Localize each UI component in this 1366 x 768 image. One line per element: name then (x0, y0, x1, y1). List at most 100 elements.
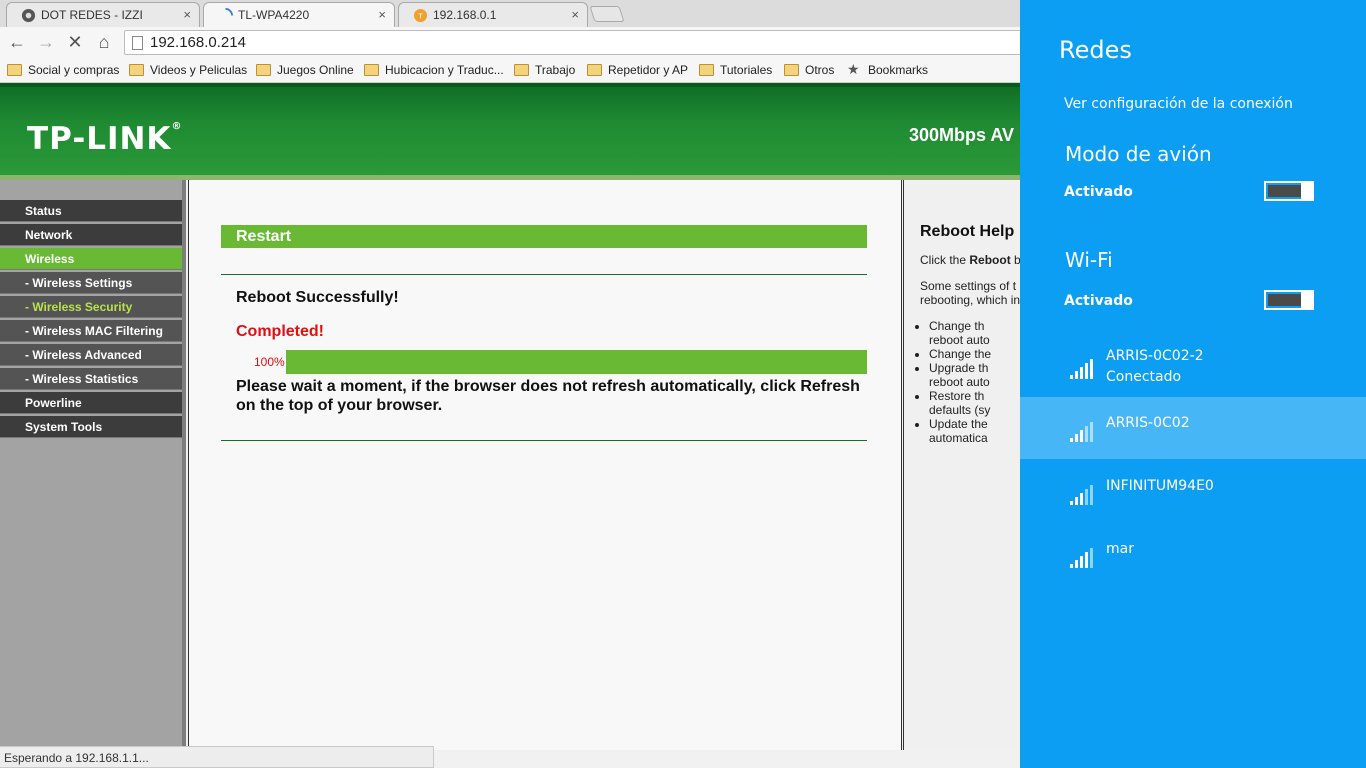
folder-icon (699, 64, 714, 76)
stop-loading-icon[interactable]: ✕ (65, 32, 85, 52)
networks-panel: Redes Ver configuración de la conexión M… (1020, 0, 1366, 768)
bookmark-label: Videos y Peliculas (150, 63, 248, 77)
bookmark-folder[interactable]: Juegos Online (256, 63, 354, 77)
sidebar-menu: Status Network Wireless - Wireless Setti… (0, 180, 186, 750)
sidebar-item-system-tools[interactable]: System Tools (0, 416, 182, 438)
url-text: 192.168.0.214 (150, 34, 246, 51)
wifi-state: Activado (1064, 293, 1133, 309)
loading-spinner-icon (225, 8, 233, 16)
bookmark-folder[interactable]: Hubicacion y Traduc... (364, 63, 504, 77)
help-panel: Reboot Help Click the Reboot b Some sett… (903, 180, 1020, 750)
toggle-track (1268, 185, 1301, 197)
folder-icon (256, 64, 271, 76)
back-arrow-icon[interactable]: ← (7, 32, 27, 52)
main-content: Restart Reboot Successfully! Completed! … (188, 180, 902, 750)
new-tab-button[interactable] (589, 6, 625, 22)
bookmark-folder[interactable]: Videos y Peliculas (129, 63, 247, 77)
bookmark-label: Tutoriales (720, 63, 773, 77)
sidebar-item-network[interactable]: Network (0, 224, 182, 246)
bookmark-folder[interactable]: Social y compras (7, 63, 119, 77)
folder-icon (364, 64, 379, 76)
help-list-item: Change the (929, 347, 991, 361)
reboot-status: Reboot Successfully! (236, 289, 399, 306)
bookmark-item[interactable]: ★ Bookmarks (847, 61, 928, 77)
folder-icon (784, 64, 799, 76)
wifi-signal-icon (1070, 485, 1096, 505)
wifi-signal-icon (1070, 422, 1096, 442)
progress-percent: 100% (254, 355, 285, 369)
help-title: Reboot Help (920, 223, 1015, 240)
bookmark-label: Trabajo (535, 63, 576, 77)
tab-close-icon[interactable]: × (183, 7, 191, 22)
airplane-mode-state: Activado (1064, 184, 1133, 200)
svg-text:T: T (418, 11, 423, 20)
toggle-knob (1301, 183, 1312, 199)
bookmark-folder[interactable]: Tutoriales (699, 63, 772, 77)
airplane-mode-toggle[interactable] (1264, 181, 1314, 201)
sidebar-item-wireless-statistics[interactable]: - Wireless Statistics (0, 368, 182, 390)
network-item[interactable]: ARRIS-0C02-2 Conectado (1020, 334, 1366, 396)
tplink-logo: TP-LINK® (27, 121, 183, 157)
bookmark-folder[interactable]: Trabajo (514, 63, 575, 77)
network-status: Conectado (1106, 369, 1182, 385)
tab-router[interactable]: T 192.168.0.1 × (398, 2, 588, 27)
connection-settings-link[interactable]: Ver configuración de la conexión (1064, 96, 1293, 112)
tab-title: DOT REDES - IZZI (41, 8, 143, 22)
tab-dot-redes[interactable]: DOT REDES - IZZI × (6, 2, 200, 27)
folder-icon (7, 64, 22, 76)
progress-bar (286, 350, 867, 374)
home-icon[interactable]: ⌂ (94, 32, 114, 52)
network-item[interactable]: ARRIS-0C02 (1020, 397, 1366, 459)
network-item[interactable]: INFINITUM94E0 (1020, 460, 1366, 522)
wait-message: Please wait a moment, if the browser doe… (236, 378, 860, 414)
tab-title: TL-WPA4220 (238, 8, 310, 22)
forward-arrow-icon[interactable]: → (36, 32, 56, 52)
page-icon (132, 36, 143, 50)
bookmark-folder[interactable]: Otros (784, 63, 834, 77)
bookmark-label: Repetidor y AP (608, 63, 689, 77)
sidebar-item-wireless-mac-filtering[interactable]: - Wireless MAC Filtering (0, 320, 182, 342)
network-name: ARRIS-0C02 (1106, 415, 1190, 431)
panel-title: Redes (1059, 36, 1132, 64)
bookmark-label: Social y compras (28, 63, 120, 77)
wifi-toggle[interactable] (1264, 290, 1314, 310)
tab-close-icon[interactable]: × (378, 7, 386, 22)
progress-bar-fill (286, 350, 867, 374)
sidebar-item-wireless-settings[interactable]: - Wireless Settings (0, 272, 182, 294)
model-title: 300Mbps AV (909, 125, 1015, 145)
help-list-item: Upgrade threboot auto (929, 361, 991, 389)
help-list: Change threboot auto Change the Upgrade … (914, 319, 991, 445)
network-name: ARRIS-0C02-2 (1106, 348, 1204, 364)
bookmark-label: Otros (805, 63, 835, 77)
divider (221, 274, 867, 275)
sidebar-item-powerline[interactable]: Powerline (0, 392, 182, 414)
sidebar-item-wireless-advanced[interactable]: - Wireless Advanced (0, 344, 182, 366)
network-name: mar (1106, 541, 1134, 557)
network-item[interactable]: mar (1020, 523, 1366, 585)
sidebar-item-wireless[interactable]: Wireless (0, 248, 182, 270)
wifi-signal-icon (1070, 359, 1096, 379)
folder-icon (129, 64, 144, 76)
tab-close-icon[interactable]: × (571, 7, 579, 22)
folder-icon (514, 64, 529, 76)
divider (221, 440, 867, 441)
tab-tl-wpa4220[interactable]: TL-WPA4220 × (203, 2, 395, 28)
wifi-signal-icon (1070, 548, 1096, 568)
section-title-bar: Restart (221, 225, 867, 248)
bookmark-folder[interactable]: Repetidor y AP (587, 63, 688, 77)
tplink-favicon-icon: T (413, 8, 428, 23)
help-paragraph: Some settings of t rebooting, which in (920, 279, 1020, 307)
toggle-knob (1301, 292, 1312, 308)
sidebar-item-wireless-security[interactable]: - Wireless Security (0, 296, 182, 318)
star-icon: ★ (847, 61, 860, 77)
sidebar-item-status[interactable]: Status (0, 200, 182, 222)
bookmark-label: Hubicacion y Traduc... (385, 63, 504, 77)
network-name: INFINITUM94E0 (1106, 478, 1214, 494)
wifi-heading: Wi-Fi (1065, 248, 1113, 272)
help-intro: Click the Reboot b (920, 253, 1020, 267)
completed-text: Completed! (236, 323, 324, 340)
airplane-mode-heading: Modo de avión (1065, 142, 1212, 166)
folder-icon (587, 64, 602, 76)
bookmark-label: Juegos Online (277, 63, 354, 77)
help-list-item: Change threboot auto (929, 319, 991, 347)
